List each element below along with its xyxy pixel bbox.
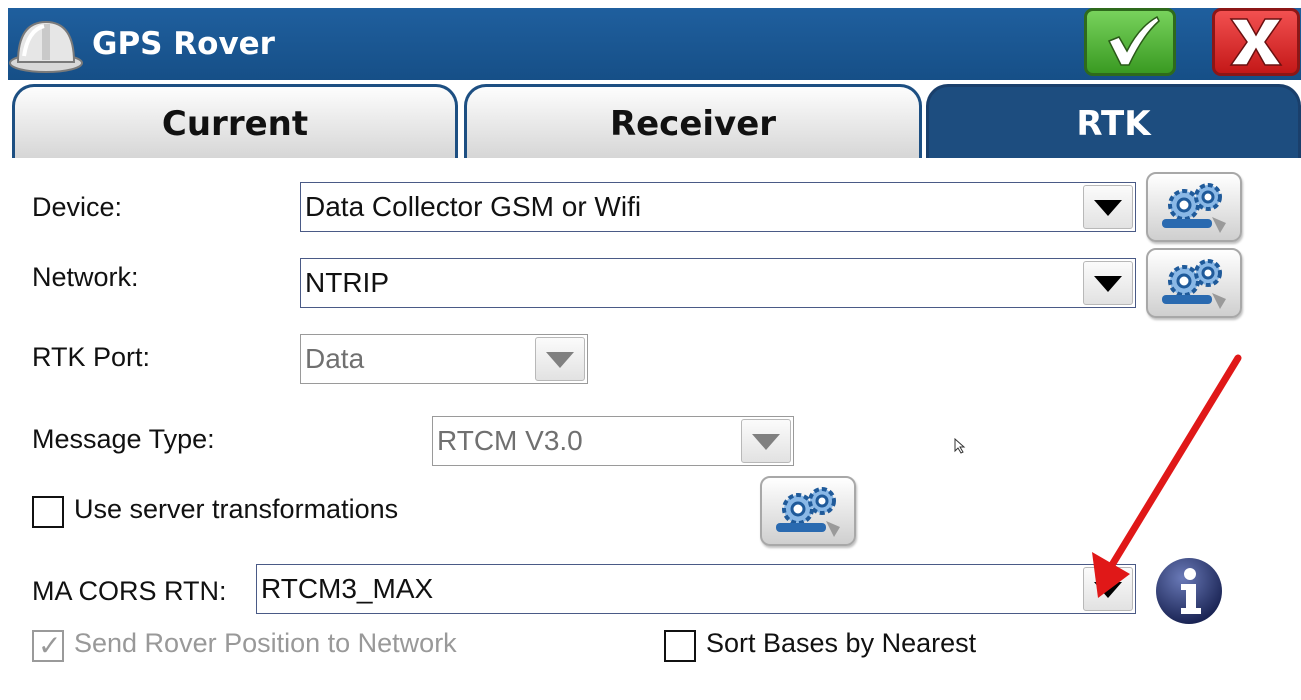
send-rover-position-checkbox[interactable]: ✓: [32, 630, 64, 662]
tab-strip: Current Receiver RTK: [0, 80, 1301, 160]
device-dropdown-button[interactable]: [1083, 185, 1133, 229]
sort-bases-label: Sort Bases by Nearest: [706, 628, 977, 658]
device-value: Data Collector GSM or Wifi: [305, 191, 642, 222]
send-rover-position-label: Send Rover Position to Network: [74, 628, 457, 658]
network-select[interactable]: NTRIP: [300, 258, 1136, 308]
ma-cors-rtn-select[interactable]: RTCM3_MAX: [256, 564, 1136, 614]
chevron-down-icon: [752, 434, 780, 450]
chevron-down-icon: [1094, 200, 1122, 216]
network-value: NTRIP: [305, 267, 389, 298]
gears-wrench-icon: [1162, 259, 1226, 309]
message-type-label: Message Type:: [32, 424, 215, 454]
use-server-transformations-checkbox[interactable]: [32, 496, 64, 528]
chevron-down-icon: [1094, 582, 1122, 598]
tab-current[interactable]: Current: [12, 84, 458, 158]
checkmark-icon: ✓: [38, 629, 62, 662]
network-settings-button[interactable]: [1146, 248, 1242, 318]
tab-rtk[interactable]: RTK: [926, 84, 1301, 158]
device-select[interactable]: Data Collector GSM or Wifi: [300, 182, 1136, 232]
network-label: Network:: [32, 262, 139, 292]
hardhat-icon: [9, 20, 83, 73]
tab-receiver[interactable]: Receiver: [464, 84, 922, 158]
checkmark-icon: [1107, 15, 1160, 66]
ok-button[interactable]: [1084, 8, 1176, 76]
device-label: Device:: [32, 192, 123, 222]
rtk-port-value: Data: [305, 343, 365, 374]
message-type-value: RTCM V3.0: [437, 425, 583, 456]
ma-cors-rtn-label: MA CORS RTN:: [32, 576, 227, 606]
info-icon[interactable]: [1154, 556, 1224, 626]
rtk-port-select[interactable]: Data: [300, 334, 588, 384]
chevron-down-icon: [546, 352, 574, 368]
sort-bases-checkbox[interactable]: [664, 630, 696, 662]
gears-wrench-icon: [776, 487, 840, 537]
message-type-dropdown-button[interactable]: [741, 419, 791, 463]
rtk-port-label: RTK Port:: [32, 342, 151, 372]
mouse-cursor-icon: [954, 438, 966, 454]
message-type-select[interactable]: RTCM V3.0: [432, 416, 794, 466]
transformations-settings-button[interactable]: [760, 476, 856, 546]
gears-wrench-icon: [1162, 183, 1226, 233]
close-x-icon: [1229, 18, 1283, 66]
network-dropdown-button[interactable]: [1083, 261, 1133, 305]
title-bar: GPS Rover: [8, 8, 1301, 80]
ma-cors-rtn-value: RTCM3_MAX: [261, 573, 434, 604]
rtk-port-dropdown-button[interactable]: [535, 337, 585, 381]
ma-cors-rtn-dropdown-button[interactable]: [1083, 567, 1133, 611]
use-server-transformations-label: Use server transformations: [74, 494, 399, 524]
device-settings-button[interactable]: [1146, 172, 1242, 242]
close-button[interactable]: [1212, 8, 1300, 76]
chevron-down-icon: [1094, 276, 1122, 292]
app-title: GPS Rover: [92, 26, 275, 62]
